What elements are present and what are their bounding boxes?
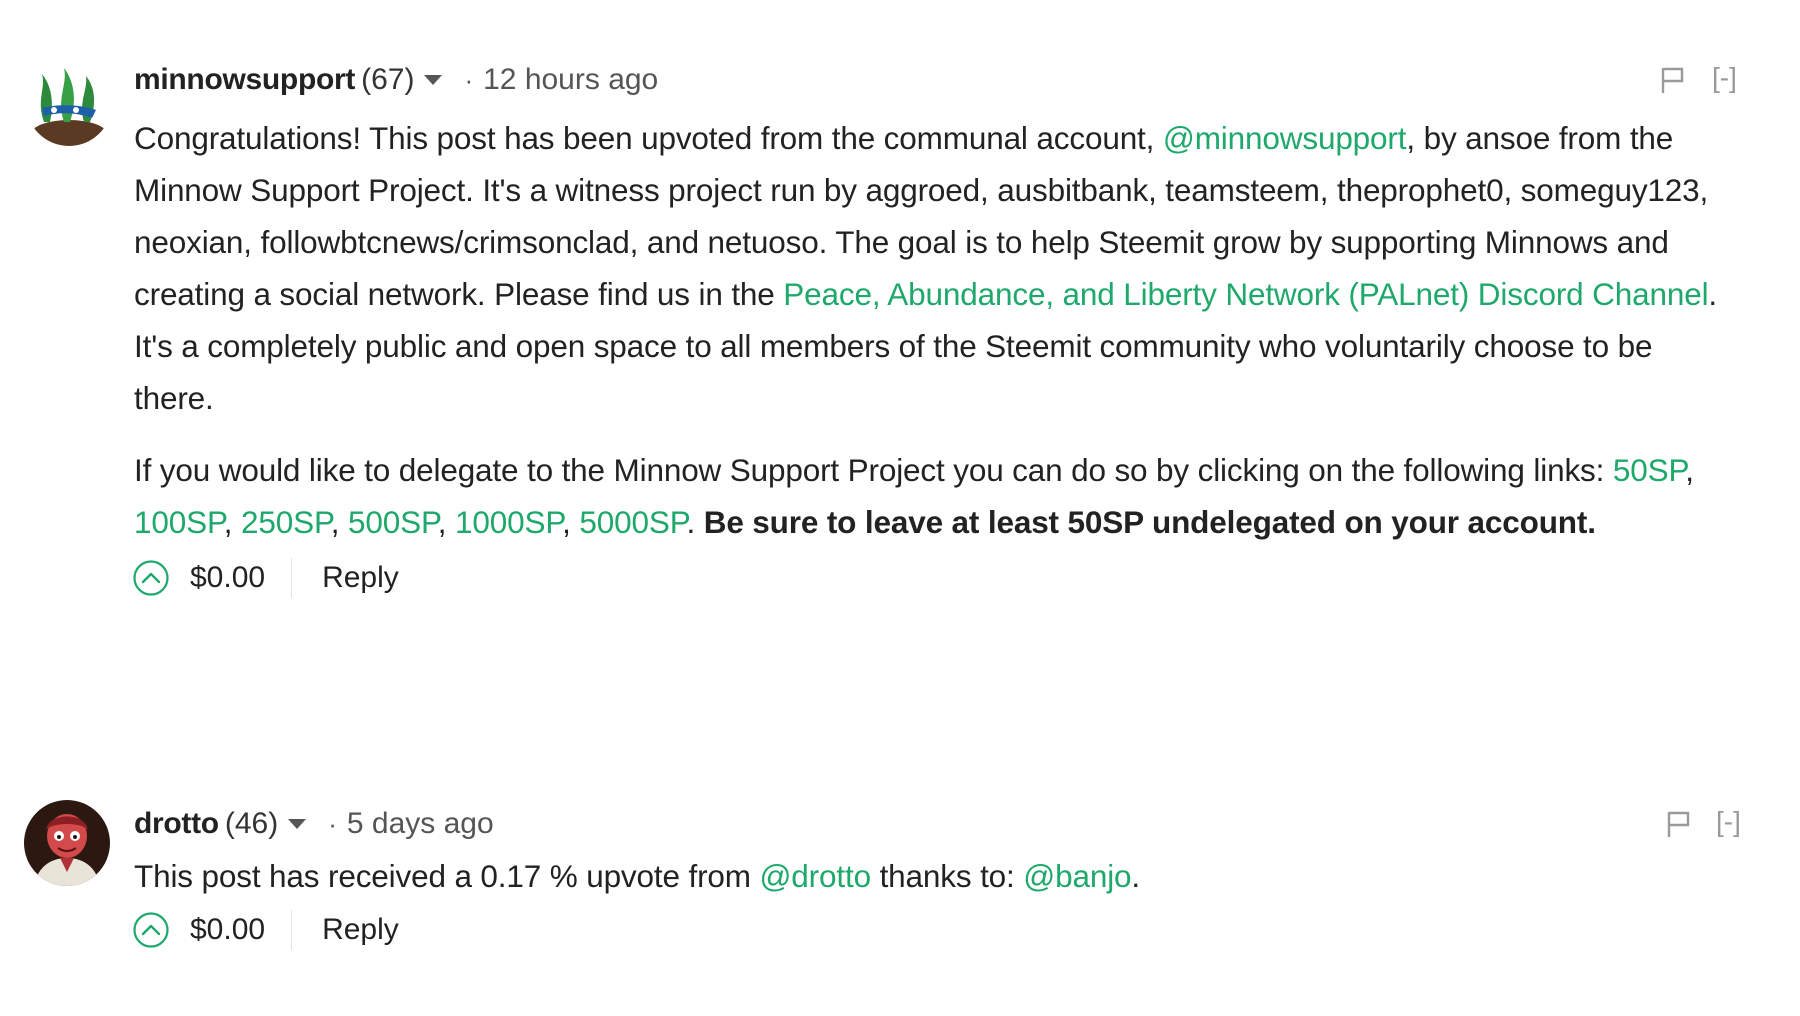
body-paragraph: This post has received a 0.17 % upvote f… xyxy=(134,850,1734,902)
drotto-avatar-image xyxy=(24,800,110,886)
body-text: . xyxy=(1131,858,1141,894)
comma: , xyxy=(1685,452,1694,488)
delegate-link-1000sp[interactable]: 1000SP xyxy=(455,504,562,540)
delegate-link-250sp[interactable]: 250SP xyxy=(241,504,331,540)
upvote-chevron-up-icon xyxy=(133,912,169,948)
reply-button[interactable]: Reply xyxy=(322,561,399,595)
header-separator: · xyxy=(328,808,337,839)
palnet-discord-link[interactable]: Peace, Abundance, and Liberty Network (P… xyxy=(783,276,1708,312)
flag-icon[interactable] xyxy=(1660,66,1686,94)
comma: , xyxy=(562,504,580,540)
collapse-button[interactable]: [-] xyxy=(1712,62,1737,94)
body-paragraph-1: Congratulations! This post has been upvo… xyxy=(134,112,1734,424)
author-menu-chevron-down-icon[interactable] xyxy=(424,75,443,85)
comment-drotto: drotto (46) · 5 days ago [-] This post h… xyxy=(0,780,1800,980)
body-text: If you would like to delegate to the Min… xyxy=(134,452,1613,488)
avatar-drotto[interactable] xyxy=(24,800,110,886)
actions-divider xyxy=(291,910,293,950)
body-text: Congratulations! This post has been upvo… xyxy=(134,120,1163,156)
flag-icon[interactable] xyxy=(1666,810,1692,838)
comment-timestamp[interactable]: 12 hours ago xyxy=(483,63,658,97)
comment-body: This post has received a 0.17 % upvote f… xyxy=(134,850,1734,902)
comment-header: drotto (46) · 5 days ago xyxy=(134,802,494,846)
delegate-link-5000sp[interactable]: 5000SP xyxy=(579,504,686,540)
author-reputation: (46) xyxy=(224,807,279,840)
mention-link-minnowsupport[interactable]: @minnowsupport xyxy=(1163,120,1407,156)
reply-button[interactable]: Reply xyxy=(322,913,399,947)
mention-link-banjo[interactable]: @banjo xyxy=(1023,858,1131,894)
payout-value[interactable]: $0.00 xyxy=(190,561,265,595)
mention-link-drotto[interactable]: @drotto xyxy=(759,858,871,894)
delegate-link-500sp[interactable]: 500SP xyxy=(348,504,438,540)
delegate-link-100sp[interactable]: 100SP xyxy=(134,504,224,540)
payout-value[interactable]: $0.00 xyxy=(190,913,265,947)
delegate-link-50sp[interactable]: 50SP xyxy=(1613,452,1686,488)
upvote-button[interactable] xyxy=(132,911,170,949)
comment-timestamp[interactable]: 5 days ago xyxy=(347,807,494,841)
upvote-chevron-up-icon xyxy=(133,560,169,596)
comment-minnowsupport: minnowsupport (67) · 12 hours ago [-] Co… xyxy=(0,0,1800,620)
delegate-warning: Be sure to leave at least 50SP undelegat… xyxy=(703,504,1596,540)
comma: , xyxy=(437,504,455,540)
period: . xyxy=(686,504,704,540)
avatar-minnowsupport[interactable] xyxy=(26,60,112,146)
comment-header: minnowsupport (67) · 12 hours ago xyxy=(134,58,658,102)
author-name[interactable]: drotto xyxy=(134,807,219,841)
author-name[interactable]: minnowsupport xyxy=(134,63,355,97)
comma: , xyxy=(223,504,241,540)
header-separator: · xyxy=(464,64,474,95)
author-reputation: (67) xyxy=(361,63,415,96)
body-paragraph-2: If you would like to delegate to the Min… xyxy=(134,444,1734,548)
actions-divider xyxy=(291,558,293,598)
upvote-button[interactable] xyxy=(132,559,170,597)
comment-actions: $0.00 Reply xyxy=(132,908,399,952)
comment-actions: $0.00 Reply xyxy=(132,556,399,600)
minnowsupport-avatar-image xyxy=(26,60,112,146)
collapse-button[interactable]: [-] xyxy=(1716,806,1741,838)
body-text: This post has received a 0.17 % upvote f… xyxy=(134,858,760,894)
body-text: thanks to: xyxy=(870,858,1024,894)
author-menu-chevron-down-icon[interactable] xyxy=(288,819,307,829)
comment-body: Congratulations! This post has been upvo… xyxy=(134,112,1734,548)
comma: , xyxy=(330,504,348,540)
